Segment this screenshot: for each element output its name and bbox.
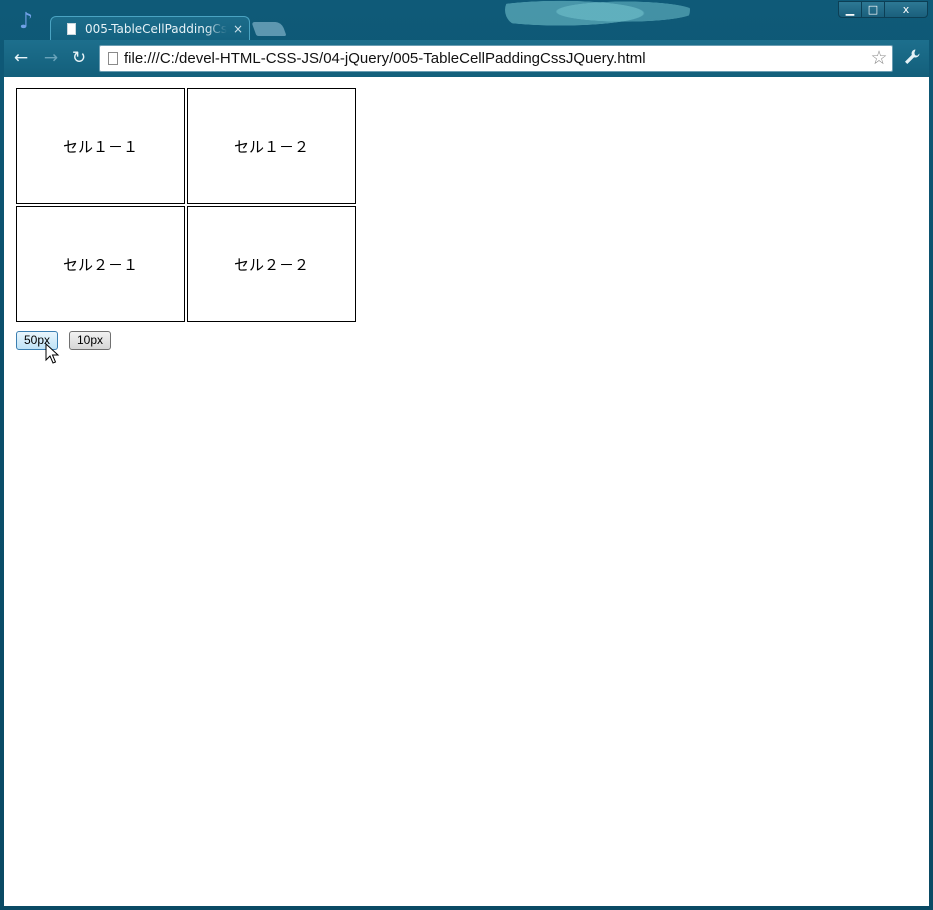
theme-cloud-decoration — [505, 0, 690, 26]
maximize-button[interactable]: □ — [861, 1, 885, 18]
wrench-icon[interactable] — [902, 48, 922, 68]
table-cell: セル２－１ — [16, 206, 185, 322]
browser-window: ♪ 005-TableCellPaddingCss × ▁ □ x ← → ↻ … — [0, 0, 933, 910]
table-cell: セル２－２ — [187, 206, 356, 322]
minimize-button[interactable]: ▁ — [838, 1, 862, 18]
reload-icon[interactable]: ↻ — [68, 47, 90, 69]
tab-title: 005-TableCellPaddingCss — [85, 22, 227, 36]
title-bar: ♪ 005-TableCellPaddingCss × ▁ □ x — [0, 0, 933, 42]
new-tab-button[interactable] — [251, 22, 287, 36]
page-icon — [67, 23, 76, 35]
demo-table: セル１－１ セル１－２ セル２－１ セル２－２ — [14, 86, 358, 324]
back-arrow-icon[interactable]: ← — [10, 47, 32, 69]
address-text[interactable]: file:///C:/devel-HTML-CSS-JS/04-jQuery/0… — [124, 49, 646, 69]
music-note-icon: ♪ — [18, 9, 34, 34]
page-icon — [108, 52, 118, 65]
padding-10px-button[interactable]: 10px — [69, 331, 111, 350]
toolbar: ← → ↻ file:///C:/devel-HTML-CSS-JS/04-jQ… — [4, 40, 929, 77]
wrench-icon-svg — [905, 49, 920, 64]
tab-close-icon[interactable]: × — [231, 21, 245, 37]
table-row: セル２－１ セル２－２ — [16, 206, 356, 322]
tab-active[interactable]: 005-TableCellPaddingCss × — [50, 16, 250, 42]
bookmark-star-icon[interactable]: ☆ — [869, 48, 889, 68]
table-row: セル１－１ セル１－２ — [16, 88, 356, 204]
close-window-button[interactable]: x — [884, 1, 928, 18]
page-viewport: セル１－１ セル１－２ セル２－１ セル２－２ 50px 10px — [4, 77, 929, 906]
address-bar[interactable]: file:///C:/devel-HTML-CSS-JS/04-jQuery/0… — [99, 45, 893, 72]
mouse-cursor-icon — [45, 343, 60, 364]
table-cell: セル１－２ — [187, 88, 356, 204]
table-cell: セル１－１ — [16, 88, 185, 204]
forward-arrow-icon[interactable]: → — [40, 47, 62, 69]
